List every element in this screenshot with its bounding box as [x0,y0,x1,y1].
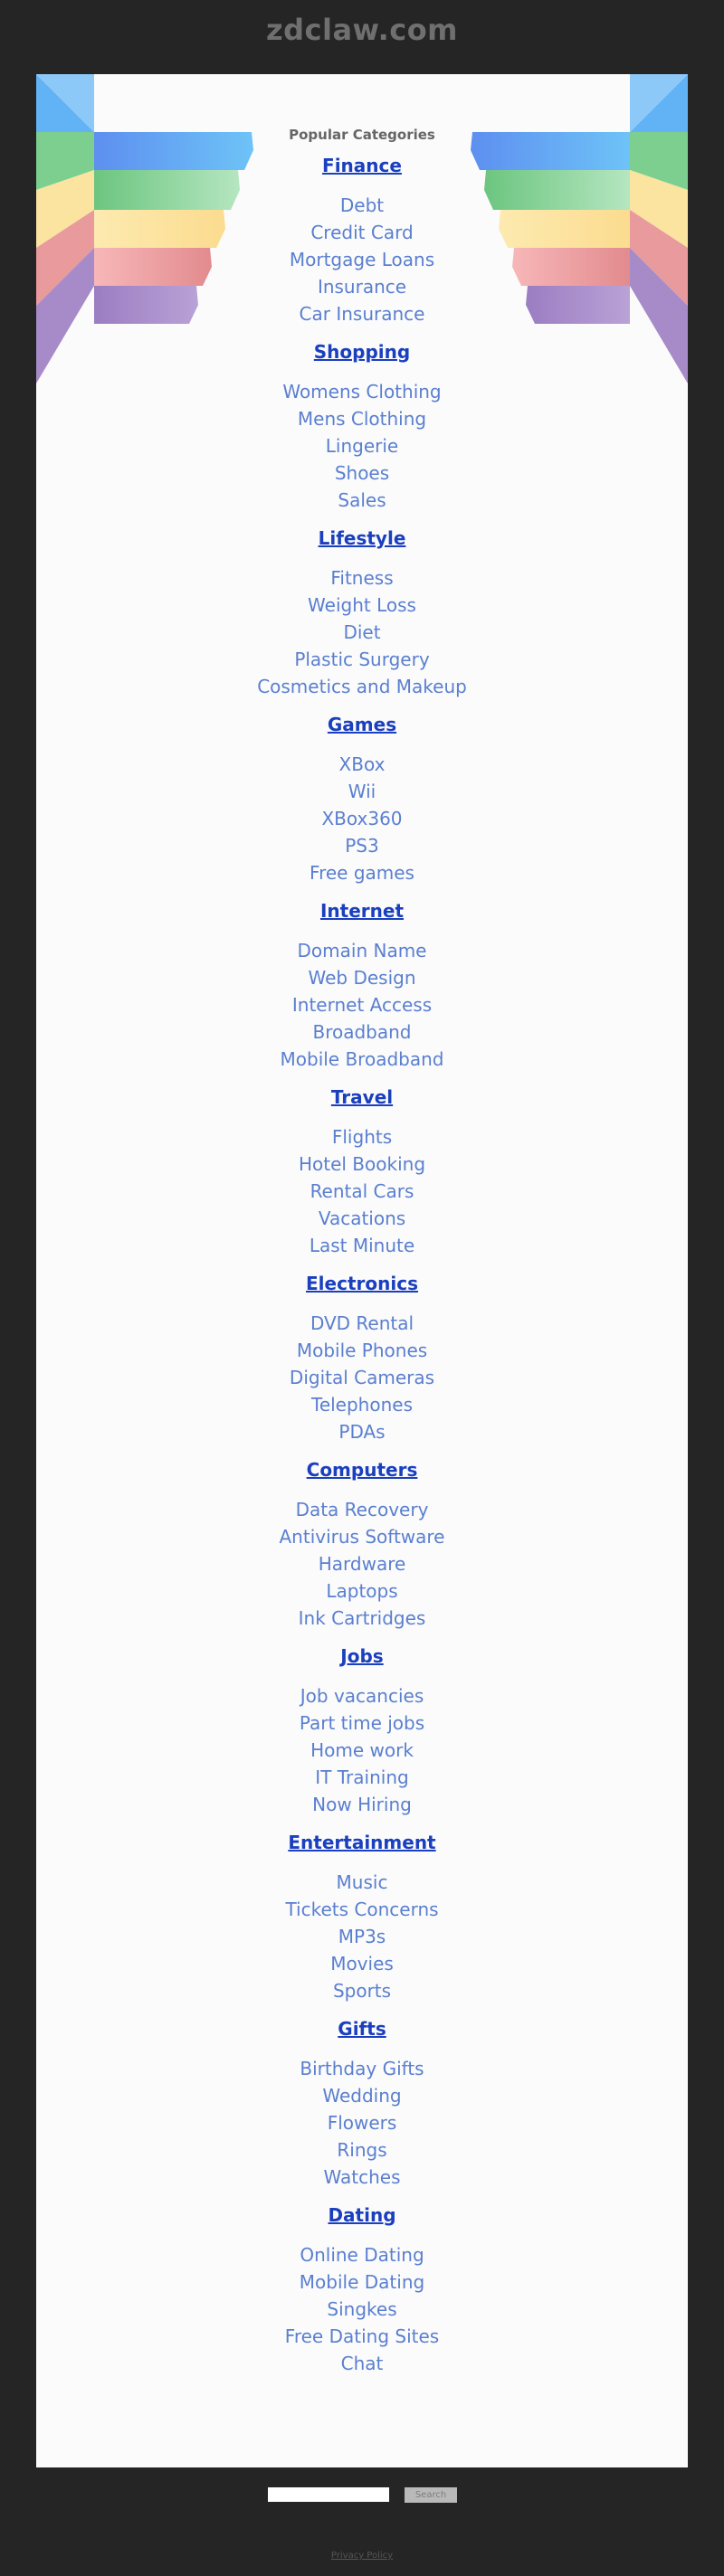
subcategory-link[interactable]: Diet [36,619,688,646]
subcategory-link[interactable]: Part time jobs [36,1709,688,1737]
subcategory-link[interactable]: Mobile Broadband [36,1046,688,1073]
subcategory-link[interactable]: Credit Card [36,219,688,246]
subcategory-link[interactable]: XBox360 [36,805,688,832]
subcategory-link[interactable]: Digital Cameras [36,1364,688,1391]
subcategory-link[interactable]: Insurance [36,273,688,300]
subcategory-link[interactable]: Mobile Phones [36,1337,688,1364]
subcategory-link[interactable]: Internet Access [36,991,688,1018]
subcategory-link[interactable]: Hardware [36,1550,688,1577]
category-block: Jobs Job vacancies Part time jobs Home work… [36,1644,688,1818]
subcategory-link[interactable]: DVD Rental [36,1310,688,1337]
main-panel: Popular Categories Finance Debt Credit Car… [36,74,688,2467]
subcategory-link[interactable]: Lingerie [36,432,688,459]
subcategory-link[interactable]: Music [36,1869,688,1896]
subcategory-link[interactable]: Antivirus Software [36,1523,688,1550]
subcategory-link[interactable]: Chat [36,2350,688,2377]
subcategory-link[interactable]: XBox [36,751,688,778]
subcategory-link[interactable]: MP3s [36,1923,688,1950]
subcategory-link[interactable]: Rental Cars [36,1178,688,1205]
category-block: Shopping Womens Clothing Mens Clothing Ling… [36,340,688,514]
subcategory-link[interactable]: Watches [36,2164,688,2191]
subcategory-link[interactable]: Singkes [36,2296,688,2323]
subcategory-link[interactable]: PS3 [36,832,688,859]
category-block: Computers Data Recovery Antivirus Software… [36,1458,688,1632]
subcategory-link[interactable]: Car Insurance [36,300,688,327]
category-block: Lifestyle Fitness Weight Loss Diet Plastic S… [36,526,688,700]
subcategory-link[interactable]: Web Design [36,964,688,991]
subcategory-link[interactable]: PDAs [36,1418,688,1445]
subcategory-link[interactable]: Movies [36,1950,688,1977]
category-list: Popular Categories Finance Debt Credit Car… [36,125,688,2390]
category-link[interactable]: Travel [36,1085,688,1109]
subcategory-link[interactable]: Wii [36,778,688,805]
popular-categories-heading: Popular Categories [289,127,435,143]
subcategory-link[interactable]: Plastic Surgery [36,646,688,673]
privacy-policy-link[interactable]: Privacy Policy [0,2551,724,2561]
category-block: Games XBox Wii XBox360 PS3 Free games [36,713,688,886]
subcategory-link[interactable]: Hotel Booking [36,1151,688,1178]
subcategory-link[interactable]: Tickets Concerns [36,1896,688,1923]
subcategory-link[interactable]: Broadband [36,1018,688,1046]
category-link[interactable]: Gifts [36,2017,688,2041]
site-title: zdclaw.com [265,13,459,47]
subcategory-link[interactable]: Flowers [36,2109,688,2136]
subcategory-link[interactable]: Debt [36,192,688,219]
subcategory-link[interactable]: Laptops [36,1577,688,1605]
subcategory-link[interactable]: Last Minute [36,1232,688,1259]
subcategory-link[interactable]: Sales [36,487,688,514]
search-input[interactable] [268,2487,389,2502]
subcategory-link[interactable]: Womens Clothing [36,378,688,405]
subcategory-link[interactable]: Domain Name [36,937,688,964]
subcategory-link[interactable]: Mortgage Loans [36,246,688,273]
search-button[interactable]: Search [405,2487,457,2503]
category-block: Electronics DVD Rental Mobile Phones Digita… [36,1272,688,1445]
category-link[interactable]: Electronics [36,1272,688,1295]
category-link[interactable]: Games [36,713,688,736]
category-block: Dating Online Dating Mobile Dating Singkes F… [36,2203,688,2377]
subcategory-link[interactable]: Shoes [36,459,688,487]
subcategory-link[interactable]: Sports [36,1977,688,2004]
category-link[interactable]: Dating [36,2203,688,2227]
subcategory-link[interactable]: Cosmetics and Makeup [36,673,688,700]
category-link[interactable]: Finance [36,154,688,177]
subcategory-link[interactable]: Ink Cartridges [36,1605,688,1632]
subcategory-link[interactable]: Free games [36,859,688,886]
subcategory-link[interactable]: Flights [36,1123,688,1151]
subcategory-link[interactable]: Online Dating [36,2241,688,2268]
subcategory-link[interactable]: Fitness [36,564,688,592]
category-link[interactable]: Lifestyle [36,526,688,550]
subcategory-link[interactable]: Job vacancies [36,1682,688,1709]
category-link[interactable]: Jobs [36,1644,688,1668]
category-block: Finance Debt Credit Card Mortgage Loans Insu… [36,154,688,327]
category-link[interactable]: Entertainment [36,1831,688,1854]
category-link[interactable]: Shopping [36,340,688,364]
category-block: Gifts Birthday Gifts Wedding Flowers Rings Wa… [36,2017,688,2191]
subcategory-link[interactable]: Free Dating Sites [36,2323,688,2350]
subcategory-link[interactable]: Telephones [36,1391,688,1418]
subcategory-link[interactable]: Weight Loss [36,592,688,619]
subcategory-link[interactable]: Data Recovery [36,1496,688,1523]
category-block: Internet Domain Name Web Design Internet Ac… [36,899,688,1073]
subcategory-link[interactable]: Mens Clothing [36,405,688,432]
subcategory-link[interactable]: Now Hiring [36,1791,688,1818]
subcategory-link[interactable]: Rings [36,2136,688,2164]
subcategory-link[interactable]: IT Training [36,1764,688,1791]
subcategory-link[interactable]: Mobile Dating [36,2268,688,2296]
subcategory-link[interactable]: Home work [36,1737,688,1764]
subcategory-link[interactable]: Wedding [36,2082,688,2109]
category-block: Entertainment Music Tickets Concerns MP3s Mo… [36,1831,688,2004]
category-link[interactable]: Internet [36,899,688,923]
subcategory-link[interactable]: Vacations [36,1205,688,1232]
category-link[interactable]: Computers [36,1458,688,1482]
subcategory-link[interactable]: Birthday Gifts [36,2055,688,2082]
category-block: Travel Flights Hotel Booking Rental Cars Vac… [36,1085,688,1259]
